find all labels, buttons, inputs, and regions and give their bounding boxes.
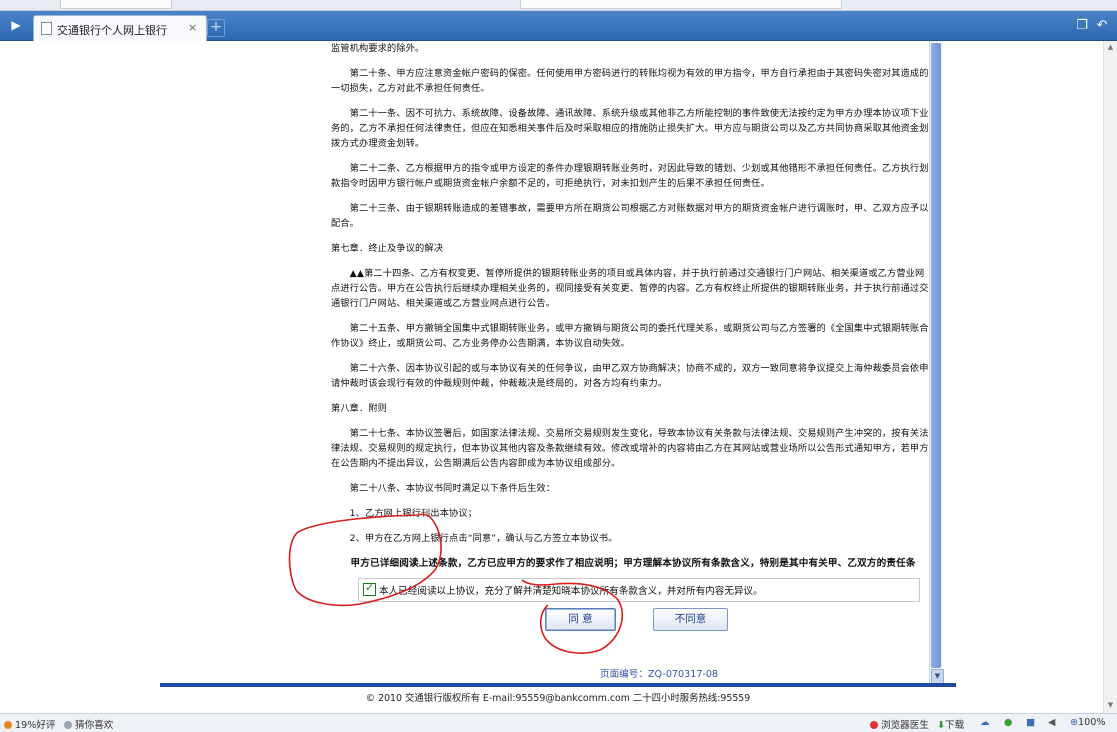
agreement-paragraph: 第二十条、甲方应注意资金帐户密码的保密。任何使用甲方密码进行的转账均视为有效的甲… — [331, 68, 929, 94]
cloud-icon[interactable]: ☁ — [980, 717, 990, 728]
recommend-label: 猜你喜欢 — [75, 720, 114, 731]
close-tab-icon[interactable]: × — [188, 21, 197, 34]
address-segment — [520, 0, 842, 9]
window-icon[interactable]: ■ — [1026, 717, 1035, 728]
agree-checkbox-row: ✓ 本人已经阅读以上协议，充分了解并清楚知晓本协议所有条款含义，并对所有内容无异… — [358, 578, 920, 602]
agree-checkbox[interactable]: ✓ — [363, 581, 376, 596]
doctor-label: 浏览器医生 — [881, 720, 929, 731]
rating-item[interactable]: 19%好评 — [4, 717, 56, 731]
download-icon: ⬇ — [937, 720, 946, 731]
page-scrollbar[interactable]: ▲ ▼ — [1103, 41, 1117, 713]
zoom-icon: ⊕ — [1070, 717, 1079, 728]
agreement-paragraph: 第二十五条、甲方撤销全国集中式银期转账业务，或甲方撤销与期货公司的委托代理关系，… — [331, 323, 929, 349]
back-icon[interactable]: ↶ — [1094, 19, 1110, 33]
download-item[interactable]: ⬇下载 — [937, 717, 964, 731]
download-label: 下载 — [945, 720, 965, 731]
agreement-paragraph: 监管机构要求的除外。 — [331, 43, 425, 54]
speaker-icon[interactable]: ◀ — [1048, 717, 1055, 728]
agreement-scroll-thumb[interactable] — [931, 43, 941, 668]
agreement-scrollbar[interactable]: ▼ — [929, 41, 944, 684]
tab-bocom-personal-ebank[interactable]: 交通银行个人网上银行 × — [33, 15, 207, 41]
ie-icon[interactable]: ● — [1004, 717, 1012, 728]
toolbar-strip — [0, 0, 1117, 11]
footer-divider — [160, 683, 956, 687]
browser-doctor-item[interactable]: 浏览器医生 — [870, 717, 929, 731]
agreement-paragraph: 第二十三条、由于银期转账造成的差错事故，需要甲方所在期货公司根据乙方对账数据对甲… — [331, 203, 929, 229]
disagree-button[interactable]: 不同意 — [653, 608, 728, 631]
new-tab-icon[interactable]: + — [207, 19, 225, 37]
scroll-down-icon[interactable]: ▼ — [1106, 701, 1115, 710]
agreement-paragraph: 第二十六条、因本协议引起的或与本协议有关的任何争议，由甲乙双方协商解决；协商不成… — [331, 363, 929, 389]
scroll-down-icon[interactable]: ▼ — [931, 669, 944, 684]
agreement-paragraph: 第二十七条、本协议签署后，如国家法律法规、交易所交易规则发生变化，导致本协议有关… — [331, 428, 929, 469]
footer-copyright: © 2010 交通银行版权所有 E-mail:95559@bankcomm.co… — [365, 693, 751, 704]
tab-bar: ▶ 交通银行个人网上银行 × + ❐ ↶ — [0, 11, 1117, 41]
agreement-paragraph: 第二十八条、本协议书同时满足以下条件后生效： — [331, 483, 556, 494]
restore-window-icon[interactable]: ❐ — [1074, 19, 1090, 33]
smile-icon — [4, 721, 12, 729]
agreement-paragraph: 第二十二条、乙方根据甲方的指令或甲方设定的条件办理银期转账业务时，对因此导致的错… — [331, 163, 929, 189]
toolbar-segment — [60, 0, 172, 9]
zoom-label: 100% — [1078, 717, 1106, 728]
page-icon — [41, 22, 52, 35]
recommend-icon — [64, 721, 72, 729]
chapter-heading: 第七章．终止及争议的解决 — [331, 243, 444, 254]
agreement-paragraph: 第二十一条、因不可抗力、系统故障、设备故障、通讯故障、系统升级或其他非乙方所能控… — [331, 108, 929, 149]
page-number: 页面编号：ZQ-070317-08 — [600, 669, 719, 680]
checkmark-icon: ✓ — [365, 581, 375, 594]
status-bar: 19%好评 猜你喜欢 浏览器医生 ⬇下载 ☁ ● ■ ◀ ⊕100% — [0, 713, 1117, 732]
zoom-item[interactable]: ⊕100% — [1070, 717, 1105, 728]
recommend-item[interactable]: 猜你喜欢 — [64, 717, 113, 731]
rating-label: 19%好评 — [15, 720, 56, 731]
agreement-text: 监管机构要求的除外。 第二十条、甲方应注意资金帐户密码的保密。任何使用甲方密码进… — [331, 41, 929, 572]
sidebar-toggle-icon[interactable]: ▶ — [8, 17, 24, 33]
agree-checkbox-label[interactable]: 本人已经阅读以上协议，充分了解并清楚知晓本协议所有条款含义，并对所有内容无异议。 — [379, 583, 763, 597]
agreement-paragraph: 1、乙方网上银行刊出本协议； — [331, 508, 478, 519]
doctor-icon — [870, 721, 878, 729]
agreement-paragraph: 2、甲方在乙方网上银行点击“同意”，确认与乙方签立本协议书。 — [331, 533, 618, 544]
scroll-up-icon[interactable]: ▲ — [1106, 43, 1115, 52]
acknowledgement-statement: 甲方已详细阅读上述条款，乙方已应甲方的要求作了相应说明；甲方理解本协议所有条款含… — [350, 558, 916, 569]
agreement-paragraph: ▲▲第二十四条、乙方有权变更、暂停所提供的银期转账业务的项目或具体内容，并于执行… — [331, 268, 929, 309]
agree-button[interactable]: 同 意 — [545, 608, 616, 631]
chapter-heading: 第八章．附则 — [331, 403, 388, 414]
tab-label: 交通银行个人网上银行 — [57, 24, 167, 37]
